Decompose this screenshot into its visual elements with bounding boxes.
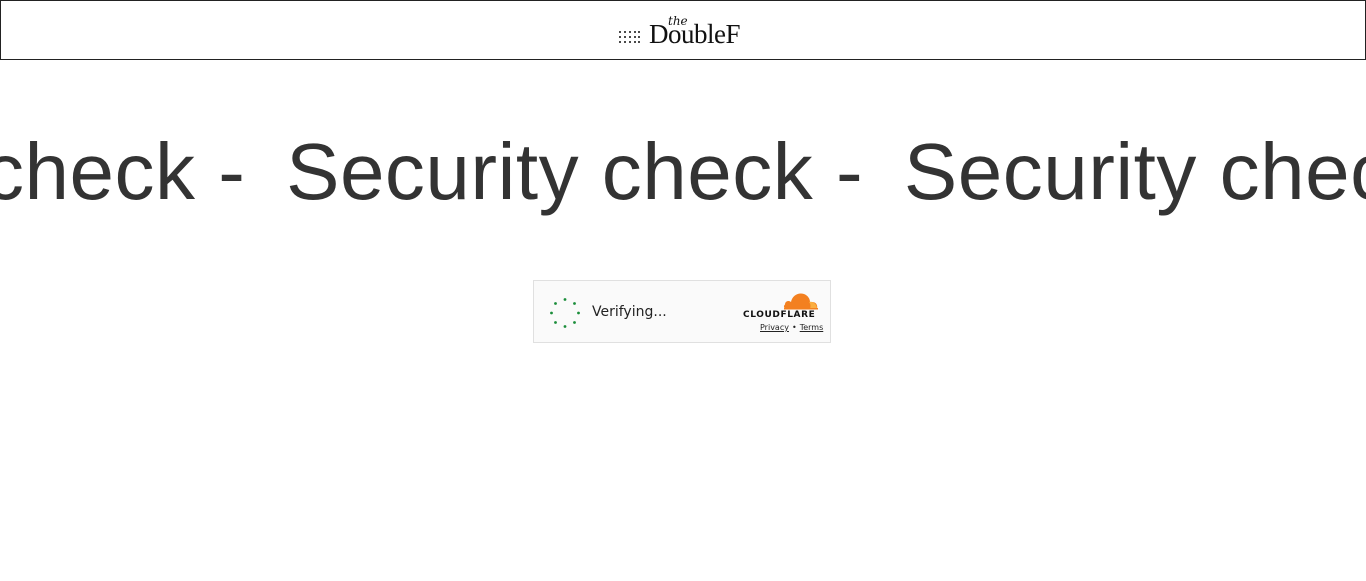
marquee-item-partial: check - [0, 127, 269, 216]
cloudflare-links: Privacy • Terms [760, 323, 823, 332]
marquee-item: Security check - [286, 127, 886, 216]
link-separator: • [791, 323, 797, 332]
terms-link[interactable]: Terms [800, 323, 824, 332]
dot-grid-icon [619, 31, 640, 43]
loading-spinner-icon [550, 298, 580, 328]
security-check-heading: check - Security check - Security check … [0, 126, 1366, 226]
cloudflare-turnstile-widget[interactable]: Verifying... CLOUDFLARE Privacy • Terms [533, 280, 831, 343]
marquee-track: check - Security check - Security check … [0, 126, 1366, 218]
verifying-status: Verifying... [592, 304, 667, 320]
site-header: the DoubleF [0, 0, 1366, 60]
cloudflare-cloud-icon [783, 293, 818, 310]
logo-wordmark: DoubleF [649, 19, 741, 49]
cloudflare-logo[interactable]: CLOUDFLARE [741, 291, 819, 325]
privacy-link[interactable]: Privacy [760, 323, 789, 332]
cloudflare-wordmark: CLOUDFLARE [743, 310, 816, 320]
marquee-item: Security check - [903, 127, 1366, 216]
